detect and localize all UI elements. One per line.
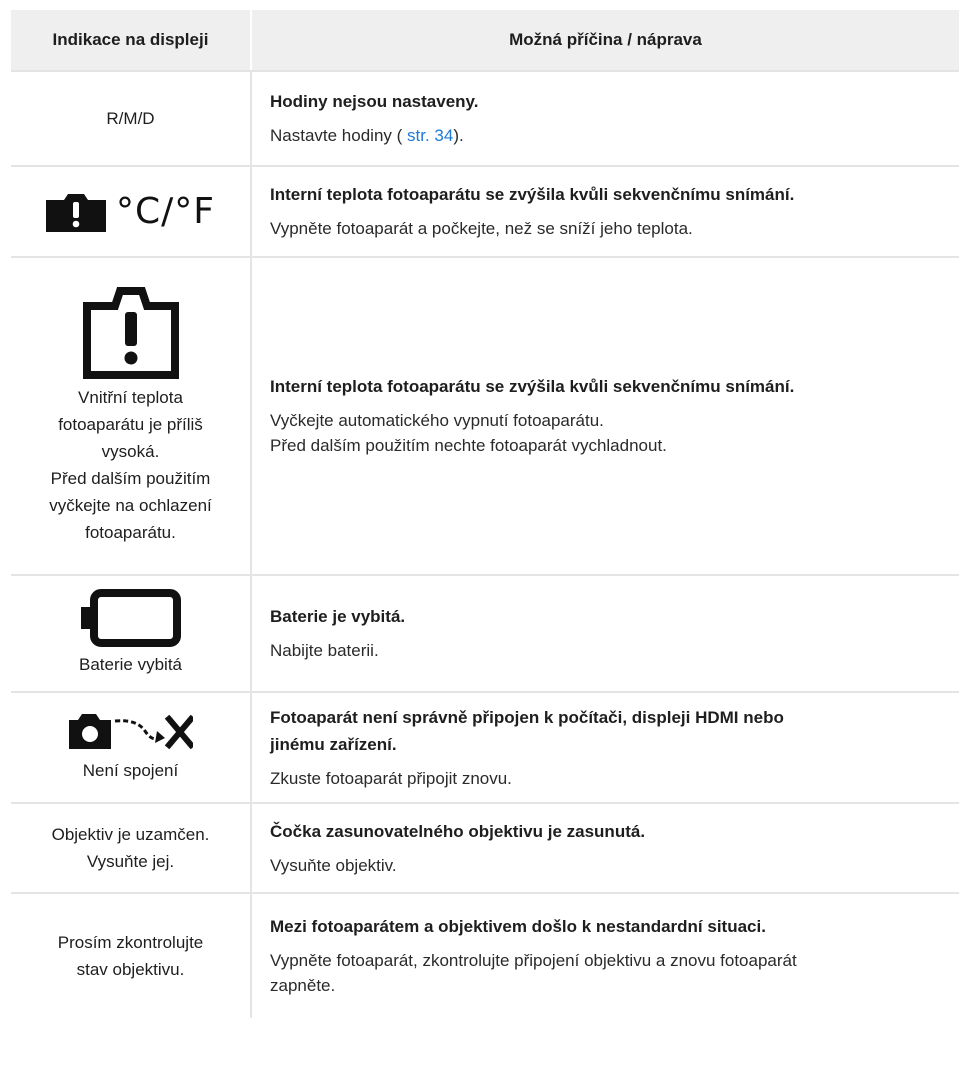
cause-cell: Hodiny nejsou nastaveny. Nastavte hodiny… <box>251 71 959 167</box>
camera-warning-icon <box>46 193 106 232</box>
cause-cell: Baterie je vybitá. Nabijte baterii. <box>251 575 959 693</box>
indicator-text: vysoká. <box>101 442 160 461</box>
temperature-unit-symbol: °C/°F <box>116 191 215 232</box>
indicator-text: Není spojení <box>82 761 179 780</box>
cause-title: Mezi fotoaparátem a objektivem došlo k n… <box>270 917 766 936</box>
indicator-cell: Prosím zkontrolujte stav objektivu. <box>11 893 252 1018</box>
remedy-text: Vyčkejte automatického vypnutí fotoapará… <box>270 411 604 430</box>
table-row: °C/°F Interní teplota fotoaparátu se zvý… <box>11 166 959 258</box>
header-cause: Možná příčina / náprava <box>251 10 959 72</box>
indicator-text: fotoaparátu je příliš <box>58 415 203 434</box>
indicator-text: Před dalším použitím <box>50 469 211 488</box>
cause-title: Fotoaparát není správně připojen k počít… <box>270 707 784 727</box>
remedy-text: Vypněte fotoaparát a počkejte, než se sn… <box>270 219 693 238</box>
cause-cell: Interní teplota fotoaparátu se zvýšila k… <box>251 166 959 258</box>
cause-title: Interní teplota fotoaparátu se zvýšila k… <box>270 185 795 204</box>
camera-exclamation-icon <box>82 287 179 379</box>
indicator-cell: Není spojení <box>11 692 252 804</box>
table-row: Baterie vybitá Baterie je vybitá. Nabijt… <box>11 575 959 693</box>
indicator-cell: Vnitřní teplota fotoaparátu je příliš vy… <box>11 257 252 576</box>
indicator-text: vyčkejte na ochlazení <box>49 496 212 515</box>
indicator-text: Prosím zkontrolujte <box>57 933 204 952</box>
empty-battery-icon <box>80 589 181 647</box>
remedy-text: Vypněte fotoaparát, zkontrolujte připoje… <box>270 951 797 970</box>
indicator-text: fotoaparátu. <box>85 523 176 542</box>
remedy-text: zapněte. <box>270 976 336 995</box>
table-row: R/M/D Hodiny nejsou nastaveny. Nastavte … <box>11 71 959 167</box>
error-message-table: Indikace na displeji Možná příčina / náp… <box>11 10 959 1018</box>
indicator-text: stav objektivu. <box>76 960 185 979</box>
camera-no-connection-icon <box>68 714 193 750</box>
cause-cell: Fotoaparát není správně připojen k počít… <box>251 692 959 804</box>
header-indicator: Indikace na displeji <box>11 10 252 72</box>
cause-title: Čočka zasunovatelného objektivu je zasun… <box>270 821 646 841</box>
indicator-cell: Baterie vybitá <box>11 575 252 693</box>
table-header-row: Indikace na displeji Možná příčina / náp… <box>11 10 959 72</box>
table-row: Objektiv je uzamčen. Vysuňte jej. Čočka … <box>11 803 959 894</box>
table-row: Není spojení Fotoaparát není správně při… <box>11 692 959 804</box>
indicator-cell: R/M/D <box>11 71 252 167</box>
cause-title: Hodiny nejsou nastaveny. <box>270 92 479 111</box>
remedy-text: Vysuňte objektiv. <box>270 855 397 875</box>
indicator-cell: Objektiv je uzamčen. Vysuňte jej. <box>11 803 252 894</box>
indicator-text: Objektiv je uzamčen. <box>51 825 210 844</box>
cause-title: Baterie je vybitá. <box>270 607 406 626</box>
remedy-text: Nabijte baterii. <box>270 641 379 660</box>
remedy-text: Před dalším použitím nechte fotoaparát v… <box>270 436 667 455</box>
page-link[interactable]: str. 34 <box>407 126 453 145</box>
table-row: Vnitřní teplota fotoaparátu je příliš vy… <box>11 257 959 576</box>
table-row: Prosím zkontrolujte stav objektivu. Mezi… <box>11 893 959 1018</box>
indicator-cell: °C/°F <box>11 166 252 258</box>
cause-title: jinému zařízení. <box>270 734 397 754</box>
indicator-text: Vnitřní teplota <box>78 388 183 407</box>
cause-cell: Čočka zasunovatelného objektivu je zasun… <box>251 803 959 894</box>
cause-title: Interní teplota fotoaparátu se zvýšila k… <box>270 377 795 396</box>
indicator-text: Baterie vybitá <box>79 655 182 674</box>
remedy-text: Nastavte hodiny ( str. 34). <box>270 126 464 145</box>
cause-cell: Interní teplota fotoaparátu se zvýšila k… <box>251 257 959 576</box>
indicator-text: R/M/D <box>106 109 155 128</box>
cause-cell: Mezi fotoaparátem a objektivem došlo k n… <box>251 893 959 1018</box>
remedy-text: Zkuste fotoaparát připojit znovu. <box>270 768 512 788</box>
indicator-text: Vysuňte jej. <box>86 852 175 871</box>
